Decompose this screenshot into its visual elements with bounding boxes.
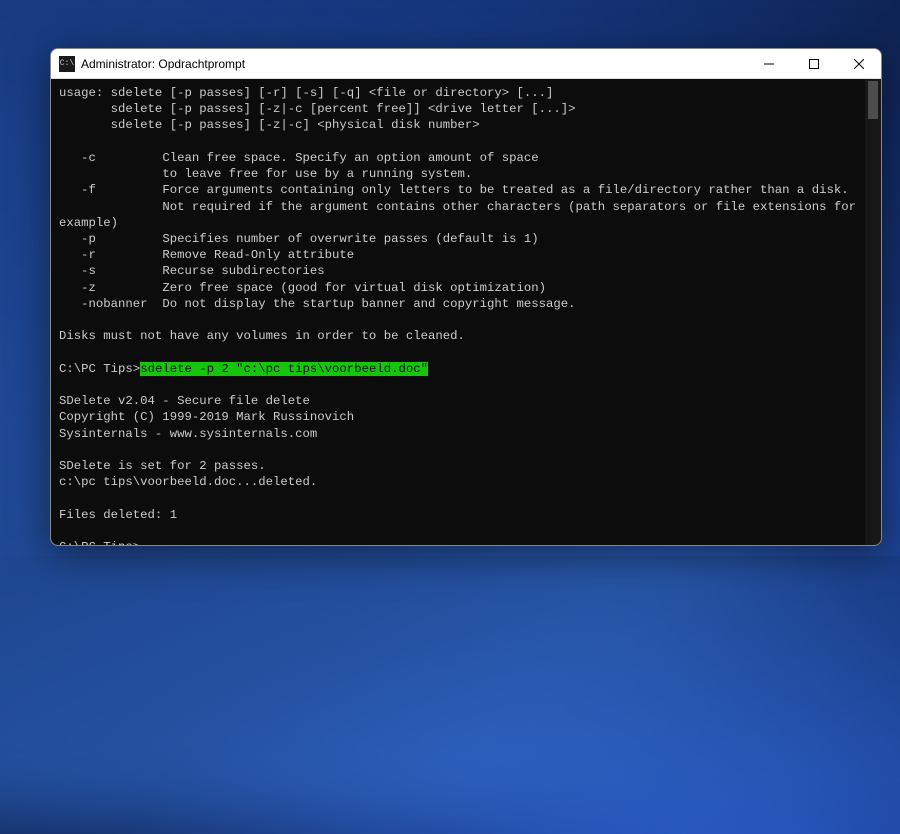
minimize-icon [764, 59, 774, 69]
close-button[interactable] [836, 49, 881, 78]
app-icon-glyph: C:\ [60, 59, 74, 68]
terminal-output[interactable]: usage: sdelete [-p passes] [-r] [-s] [-q… [51, 79, 865, 545]
output-text: SDelete v2.04 - Secure file delete Copyr… [59, 394, 354, 522]
prompt-2: C:\PC Tips> [59, 540, 140, 545]
titlebar[interactable]: C:\ Administrator: Opdrachtprompt [51, 49, 881, 79]
usage-text: usage: sdelete [-p passes] [-r] [-s] [-q… [59, 86, 863, 343]
minimize-button[interactable] [746, 49, 791, 78]
app-icon: C:\ [59, 56, 75, 72]
maximize-icon [809, 59, 819, 69]
command-prompt-window: C:\ Administrator: Opdrachtprompt usage:… [50, 48, 882, 546]
window-title: Administrator: Opdrachtprompt [81, 57, 746, 71]
window-controls [746, 49, 881, 78]
terminal-area: usage: sdelete [-p passes] [-r] [-s] [-q… [51, 79, 881, 545]
prompt-1: C:\PC Tips> [59, 362, 140, 376]
highlighted-command: sdelete -p 2 "c:\pc tips\voorbeeld.doc" [140, 362, 428, 376]
maximize-button[interactable] [791, 49, 836, 78]
close-icon [854, 59, 864, 69]
vertical-scrollbar[interactable] [865, 79, 881, 545]
scrollbar-thumb[interactable] [868, 81, 878, 119]
